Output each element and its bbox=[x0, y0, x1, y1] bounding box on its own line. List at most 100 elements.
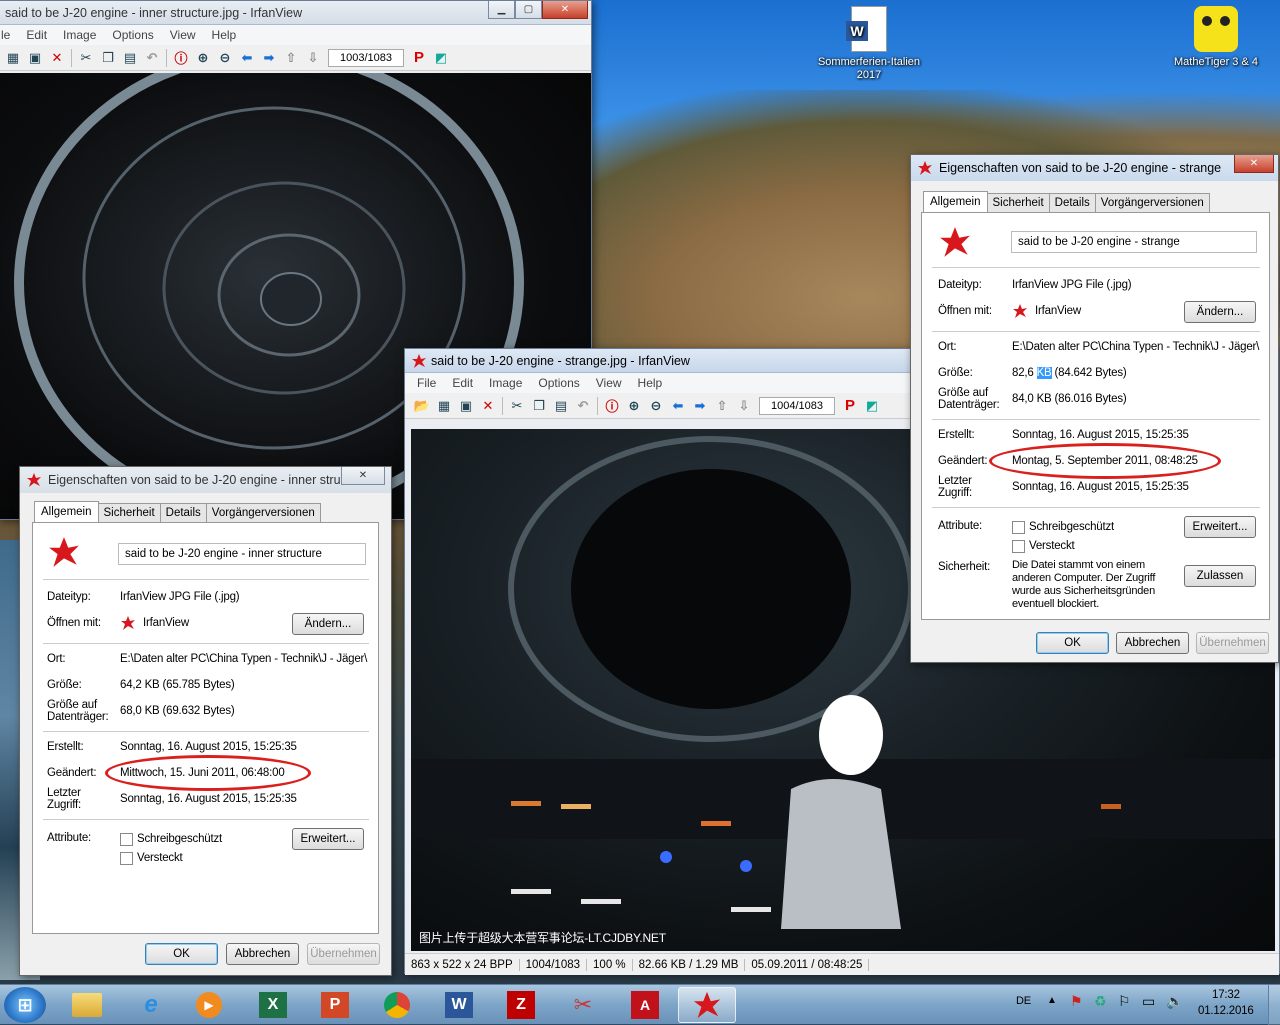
minimize-button[interactable]: ▁ bbox=[488, 1, 515, 19]
schreibgeschuetzt-checkbox[interactable] bbox=[120, 833, 133, 846]
previous-icon[interactable]: ⬅ bbox=[667, 396, 689, 416]
undo-icon[interactable]: ↶ bbox=[141, 48, 163, 68]
paint-icon[interactable]: ◩ bbox=[430, 48, 452, 68]
slideshow-icon[interactable]: ▦ bbox=[433, 396, 455, 416]
tab-vorgaengerversionen[interactable]: Vorgängerversionen bbox=[205, 503, 321, 522]
tab-details[interactable]: Details bbox=[1048, 193, 1096, 212]
paste-icon[interactable]: ▤ bbox=[550, 396, 572, 416]
last-icon[interactable]: ⇩ bbox=[733, 396, 755, 416]
open-icon[interactable]: 📂 bbox=[411, 396, 433, 416]
taskbar-media-player[interactable]: ▶ bbox=[180, 987, 238, 1023]
close-button[interactable]: ✕ bbox=[1234, 155, 1274, 173]
paste-icon[interactable]: ▤ bbox=[119, 48, 141, 68]
previous-icon[interactable]: ⬅ bbox=[236, 48, 258, 68]
taskbar-snipping-tool[interactable]: ✂ bbox=[554, 987, 612, 1023]
next-icon[interactable]: ➡ bbox=[258, 48, 280, 68]
first-icon[interactable]: ⇧ bbox=[280, 48, 302, 68]
abbrechen-button[interactable]: Abbrechen bbox=[226, 943, 299, 965]
info-icon[interactable]: ⓘ bbox=[170, 48, 192, 68]
show-hidden-icons-chevron-up-icon[interactable]: ▲ bbox=[1047, 995, 1057, 1006]
menu-view[interactable]: View bbox=[588, 376, 630, 390]
menu-help[interactable]: Help bbox=[204, 28, 245, 42]
taskbar-filezilla[interactable]: Z bbox=[492, 987, 550, 1023]
tray-action-center-icon[interactable]: ⚐ bbox=[1118, 993, 1131, 1010]
taskbar-irfanview[interactable] bbox=[678, 987, 736, 1023]
menu-options[interactable]: Options bbox=[104, 28, 161, 42]
erweitert-button[interactable]: Erweitert... bbox=[1184, 516, 1256, 538]
menu-edit[interactable]: Edit bbox=[444, 376, 481, 390]
tray-recycle-icon[interactable]: ♻ bbox=[1094, 993, 1107, 1010]
filename-field[interactable]: said to be J-20 engine - inner structure bbox=[118, 543, 366, 565]
taskbar-explorer[interactable] bbox=[58, 987, 116, 1023]
uebernehmen-button[interactable]: Übernehmen bbox=[307, 943, 380, 965]
taskbar-internet-explorer[interactable]: e bbox=[122, 987, 180, 1023]
cut-icon[interactable]: ✂ bbox=[506, 396, 528, 416]
tray-flag-icon[interactable]: ⚑ bbox=[1070, 993, 1083, 1010]
menu-help[interactable]: Help bbox=[630, 376, 671, 390]
ok-button[interactable]: OK bbox=[1036, 632, 1109, 654]
versteckt-checkbox[interactable] bbox=[120, 852, 133, 865]
desktop-icon-mathetiger[interactable]: MatheTiger 3 & 4 bbox=[1160, 6, 1272, 69]
ok-button[interactable]: OK bbox=[145, 943, 218, 965]
schreibgeschuetzt-checkbox[interactable] bbox=[1012, 521, 1025, 534]
menu-image[interactable]: Image bbox=[55, 28, 104, 42]
dialog-titlebar[interactable]: Eigenschaften von said to be J-20 engine… bbox=[911, 155, 1278, 181]
clock-date[interactable]: 01.12.2016 bbox=[1198, 1005, 1254, 1017]
save-icon[interactable]: ▣ bbox=[455, 396, 477, 416]
aendern-button[interactable]: Ändern... bbox=[292, 613, 364, 635]
tab-sicherheit[interactable]: Sicherheit bbox=[97, 503, 161, 522]
filename-field[interactable]: said to be J-20 engine - strange bbox=[1011, 231, 1257, 253]
menu-file[interactable]: le bbox=[0, 28, 18, 42]
uebernehmen-button[interactable]: Übernehmen bbox=[1196, 632, 1269, 654]
tab-details[interactable]: Details bbox=[159, 503, 207, 522]
undo-icon[interactable]: ↶ bbox=[572, 396, 594, 416]
close-button[interactable]: ✕ bbox=[542, 1, 588, 19]
zoom-out-icon[interactable]: ⊖ bbox=[214, 48, 236, 68]
dialog-titlebar[interactable]: Eigenschaften von said to be J-20 engine… bbox=[20, 467, 391, 493]
maximize-button[interactable]: ▢ bbox=[515, 1, 542, 19]
slideshow-icon[interactable]: ▦ bbox=[2, 48, 24, 68]
print-icon[interactable]: P bbox=[839, 396, 861, 416]
versteckt-checkbox[interactable] bbox=[1012, 540, 1025, 553]
zulassen-button[interactable]: Zulassen bbox=[1184, 565, 1256, 587]
cut-icon[interactable]: ✂ bbox=[75, 48, 97, 68]
taskbar-chrome[interactable] bbox=[368, 987, 426, 1023]
last-icon[interactable]: ⇩ bbox=[302, 48, 324, 68]
abbrechen-button[interactable]: Abbrechen bbox=[1116, 632, 1189, 654]
taskbar-acrobat[interactable]: A bbox=[616, 987, 674, 1023]
save-icon[interactable]: ▣ bbox=[24, 48, 46, 68]
first-icon[interactable]: ⇧ bbox=[711, 396, 733, 416]
language-indicator[interactable]: DE bbox=[1016, 995, 1031, 1007]
menu-options[interactable]: Options bbox=[530, 376, 587, 390]
start-button[interactable]: ⊞ bbox=[4, 987, 46, 1023]
menu-image[interactable]: Image bbox=[481, 376, 530, 390]
menu-view[interactable]: View bbox=[162, 28, 204, 42]
next-icon[interactable]: ➡ bbox=[689, 396, 711, 416]
clock-time[interactable]: 17:32 bbox=[1212, 989, 1240, 1001]
close-button[interactable]: ✕ bbox=[341, 467, 385, 485]
copy-icon[interactable]: ❐ bbox=[97, 48, 119, 68]
copy-icon[interactable]: ❐ bbox=[528, 396, 550, 416]
zoom-in-icon[interactable]: ⊕ bbox=[623, 396, 645, 416]
tab-allgemein[interactable]: Allgemein bbox=[34, 501, 99, 522]
zoom-in-icon[interactable]: ⊕ bbox=[192, 48, 214, 68]
delete-icon[interactable]: ✕ bbox=[46, 48, 68, 68]
erweitert-button[interactable]: Erweitert... bbox=[292, 828, 364, 850]
tray-network-icon[interactable]: ▭ bbox=[1142, 993, 1155, 1010]
show-desktop-button[interactable] bbox=[1268, 985, 1280, 1025]
print-icon[interactable]: P bbox=[408, 48, 430, 68]
tab-allgemein[interactable]: Allgemein bbox=[923, 191, 988, 212]
menu-file[interactable]: File bbox=[409, 376, 444, 390]
taskbar-powerpoint[interactable]: P bbox=[306, 987, 364, 1023]
tab-sicherheit[interactable]: Sicherheit bbox=[986, 193, 1050, 212]
paint-icon[interactable]: ◩ bbox=[861, 396, 883, 416]
menu-edit[interactable]: Edit bbox=[18, 28, 55, 42]
taskbar-word[interactable]: W bbox=[430, 987, 488, 1023]
desktop-icon-word-document[interactable]: W Sommerferien-Italien 2017 bbox=[808, 6, 930, 82]
aendern-button[interactable]: Ändern... bbox=[1184, 301, 1256, 323]
tray-volume-icon[interactable]: 🔈 bbox=[1166, 993, 1183, 1010]
tab-vorgaengerversionen[interactable]: Vorgängerversionen bbox=[1094, 193, 1210, 212]
taskbar-excel[interactable]: X bbox=[244, 987, 302, 1023]
info-icon[interactable]: ⓘ bbox=[601, 396, 623, 416]
zoom-out-icon[interactable]: ⊖ bbox=[645, 396, 667, 416]
